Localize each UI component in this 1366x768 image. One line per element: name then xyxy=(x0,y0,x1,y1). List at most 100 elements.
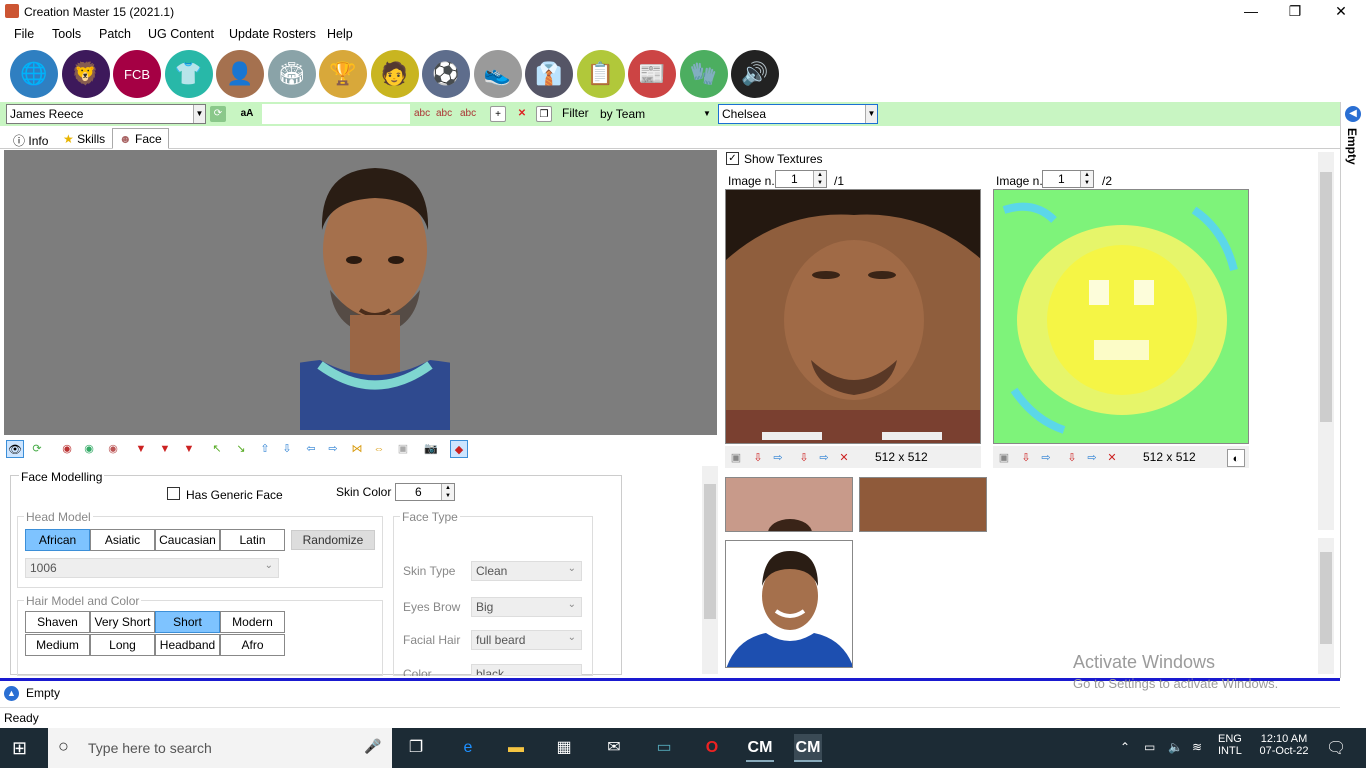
player-select[interactable]: James Reece ▼ xyxy=(6,104,206,124)
case-toggle-button[interactable]: aA xyxy=(236,106,258,122)
refresh-icon[interactable]: ⟳ xyxy=(28,440,46,458)
player-portrait-icon[interactable]: 👤 xyxy=(216,50,264,98)
spin-arrows-icon[interactable]: ▲ ▼ xyxy=(1080,171,1093,187)
save-icon[interactable]: ▣ xyxy=(394,440,412,458)
scrollbar-thumb[interactable] xyxy=(1320,172,1332,422)
color-select[interactable]: black xyxy=(471,664,582,676)
football-boot-icon[interactable]: 👟 xyxy=(473,50,522,98)
menu-patch[interactable]: Patch xyxy=(99,27,131,41)
spin-arrows-icon[interactable]: ▲ ▼ xyxy=(441,484,454,500)
export-icon[interactable]: ⇨ xyxy=(1037,449,1055,467)
premier-league-icon[interactable]: 🦁 xyxy=(61,50,110,98)
taskbar-search-box[interactable]: ○ Type here to search 🎤 xyxy=(48,728,392,768)
hair-short-button[interactable]: Short xyxy=(155,611,220,633)
head-asiatic-button[interactable]: Asiatic xyxy=(90,529,155,551)
minimize-button[interactable]: — xyxy=(1228,0,1274,24)
menu-help[interactable]: Help xyxy=(327,27,353,41)
eyes-brow-select[interactable]: Big ⌄ xyxy=(471,597,582,617)
texture-scrollbar-bottom[interactable] xyxy=(1318,538,1334,674)
scrollbar-thumb[interactable] xyxy=(1320,552,1332,644)
zoom-out-icon[interactable]: ⇔ xyxy=(370,440,388,458)
left-pane-scrollbar[interactable] xyxy=(702,466,718,674)
right-image-stepper[interactable]: 1 ▲ ▼ xyxy=(1042,170,1094,188)
filter-mode-select[interactable]: by Team ▼ xyxy=(596,104,714,124)
pc-icon[interactable]: ▭ xyxy=(650,734,678,762)
tactics-board-icon[interactable]: 📋 xyxy=(576,50,625,98)
chevron-down-icon[interactable]: ▼ xyxy=(193,105,205,123)
abc-sort-icon-3[interactable]: abc xyxy=(460,106,476,122)
file-explorer-icon[interactable]: ▬ xyxy=(502,734,530,762)
head-right-icon[interactable]: ◉ xyxy=(104,440,122,458)
search-input[interactable] xyxy=(262,104,410,124)
expand-arrow-icon[interactable]: ▲ xyxy=(4,686,19,701)
rotate-left-icon[interactable]: ↖ xyxy=(208,440,226,458)
maximize-button[interactable]: ❐ xyxy=(1272,0,1318,24)
arrow-down-icon[interactable]: ⇩ xyxy=(278,440,296,458)
mail-icon[interactable]: ✉ xyxy=(600,734,628,762)
facial-hair-select[interactable]: full beard ⌄ xyxy=(471,630,582,650)
speaker-icon[interactable]: 🔊 xyxy=(731,50,779,98)
shirt-toggle-icon[interactable]: ◆ xyxy=(450,440,468,458)
head-african-button[interactable]: African xyxy=(25,529,90,551)
referee-icon[interactable]: 🧑 xyxy=(370,50,419,98)
world-cup-trophy-icon[interactable]: 🏆 xyxy=(319,50,367,98)
camera-icon[interactable]: 📷 xyxy=(422,440,440,458)
delete-texture-icon[interactable]: ✕ xyxy=(835,449,853,467)
menu-tools[interactable]: Tools xyxy=(52,27,81,41)
tab-face[interactable]: ☻ Face xyxy=(112,128,169,149)
head-front-icon[interactable]: ◉ xyxy=(58,440,76,458)
shirt-right-icon[interactable]: ▼ xyxy=(180,440,198,458)
hair-medium-button[interactable]: Medium xyxy=(25,634,90,656)
save-icon[interactable]: ▣ xyxy=(995,449,1013,467)
skin-texture-image[interactable] xyxy=(859,477,987,532)
eye-icon[interactable]: 👁 xyxy=(6,440,24,458)
import-icon[interactable]: ⇩ xyxy=(1017,449,1035,467)
edge-browser-icon[interactable]: e xyxy=(454,734,482,762)
arrow-up-icon[interactable]: ⇧ xyxy=(256,440,274,458)
fc-barcelona-crest-icon[interactable]: FCB xyxy=(113,50,161,98)
menu-update-rosters[interactable]: Update Rosters xyxy=(229,27,316,41)
texture-scrollbar-top[interactable] xyxy=(1318,152,1334,530)
export-alpha-icon[interactable]: ⇨ xyxy=(1083,449,1101,467)
import-icon[interactable]: ⇩ xyxy=(749,449,767,467)
menu-ug-content[interactable]: UG Content xyxy=(148,27,214,41)
spin-arrows-icon[interactable]: ▲ ▼ xyxy=(813,171,826,187)
windows-start-icon[interactable]: ⊞ xyxy=(12,738,32,758)
hair-long-button[interactable]: Long xyxy=(90,634,155,656)
tray-chevron-up-icon[interactable]: ⌃ xyxy=(1120,740,1130,754)
close-button[interactable]: ✕ xyxy=(1318,0,1364,24)
hair-very-short-button[interactable]: Very Short xyxy=(90,611,155,633)
abc-sort-icon[interactable]: abc xyxy=(414,106,430,122)
world-globe-icon[interactable]: 🌐 xyxy=(10,50,58,98)
save-icon[interactable]: ▣ xyxy=(727,449,745,467)
color-wheel-icon[interactable]: ◐ xyxy=(1227,449,1245,467)
tab-skills[interactable]: ★ Skills xyxy=(56,128,112,149)
export-icon[interactable]: ⇨ xyxy=(769,449,787,467)
randomize-button[interactable]: Randomize xyxy=(291,530,375,550)
soccer-ball-icon[interactable]: ⚽ xyxy=(422,50,470,98)
eye-texture-image[interactable] xyxy=(725,477,853,532)
hair-afro-button[interactable]: Afro xyxy=(220,634,285,656)
shirt-front-icon[interactable]: ▼ xyxy=(132,440,150,458)
tab-info[interactable]: ⓘ Info xyxy=(6,128,55,149)
rotate-right-icon[interactable]: ↘ xyxy=(232,440,250,458)
creation-master-active-icon[interactable]: CM xyxy=(794,734,822,762)
chevron-down-icon[interactable]: ▼ xyxy=(865,105,877,123)
battery-icon[interactable]: ▭ xyxy=(1144,740,1155,754)
head-left-icon[interactable]: ◉ xyxy=(80,440,98,458)
delete-icon[interactable]: ✕ xyxy=(514,106,530,122)
arrow-right-icon[interactable]: ⇨ xyxy=(324,440,342,458)
task-view-icon[interactable]: ❐ xyxy=(402,734,430,762)
menu-file[interactable]: File xyxy=(14,27,34,41)
creation-master-icon[interactable]: CM xyxy=(746,734,774,762)
generic-face-checkbox[interactable] xyxy=(167,487,180,500)
hair-modern-button[interactable]: Modern xyxy=(220,611,285,633)
team-select[interactable]: Chelsea ▼ xyxy=(718,104,878,124)
goalkeeper-gloves-icon[interactable]: 🧤 xyxy=(679,50,728,98)
jersey-icon[interactable]: 👕 xyxy=(164,50,213,98)
left-image-stepper[interactable]: 1 ▲ ▼ xyxy=(775,170,827,188)
stadium-icon[interactable]: 🏟 xyxy=(267,50,316,98)
show-textures-checkbox[interactable]: ✓ xyxy=(726,152,739,165)
skin-type-select[interactable]: Clean ⌄ xyxy=(471,561,582,581)
store-icon[interactable]: ▦ xyxy=(550,734,578,762)
